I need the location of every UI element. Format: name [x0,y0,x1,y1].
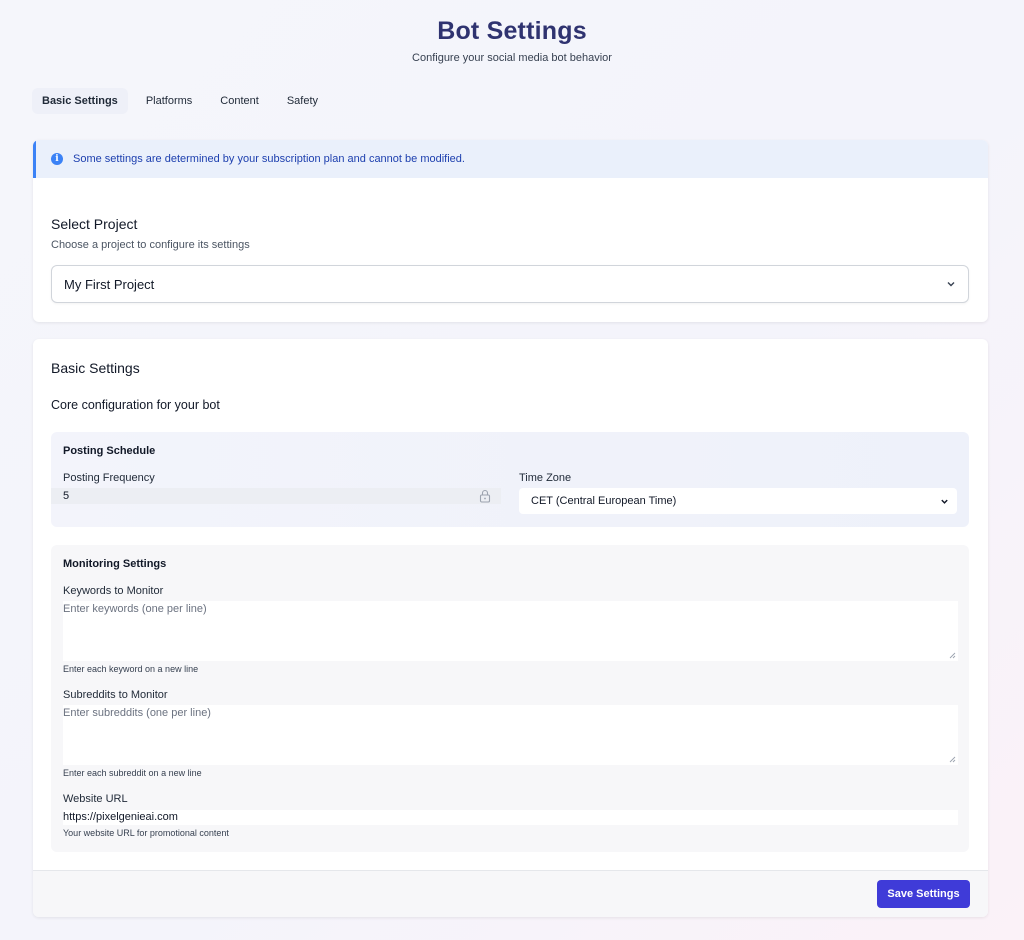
posting-frequency-input[interactable]: 5 [51,488,501,504]
website-url-input[interactable]: https://pixelgenieai.com [63,810,958,825]
tab-safety[interactable]: Safety [277,88,328,114]
save-settings-button[interactable]: Save Settings [877,880,970,908]
chevron-down-icon [941,499,948,504]
project-card: i Some settings are determined by your s… [33,140,988,322]
resize-handle-icon[interactable] [949,652,956,659]
tab-basic-settings[interactable]: Basic Settings [32,88,128,114]
time-zone-label: Time Zone [519,472,572,484]
resize-handle-icon[interactable] [949,756,956,763]
basic-settings-card: Basic Settings Core configuration for yo… [33,339,988,917]
info-icon: i [51,153,63,165]
subreddits-placeholder: Enter subreddits (one per line) [63,707,211,719]
website-url-hint: Your website URL for promotional content [63,828,229,838]
chevron-down-icon [947,282,955,287]
settings-footer: Save Settings [33,870,988,917]
subreddits-hint: Enter each subreddit on a new line [63,768,202,778]
posting-schedule-panel: Posting Schedule Posting Frequency 5 Tim… [51,432,969,527]
settings-tabs: Basic Settings Platforms Content Safety [32,88,328,114]
subscription-notice: i Some settings are determined by your s… [33,140,988,178]
keywords-label: Keywords to Monitor [63,585,164,597]
project-select-value: My First Project [64,276,155,292]
keywords-placeholder: Enter keywords (one per line) [63,603,207,615]
keywords-textarea[interactable]: Enter keywords (one per line) [63,601,958,661]
subreddits-label: Subreddits to Monitor [63,689,168,701]
keywords-hint: Enter each keyword on a new line [63,664,199,674]
tab-content[interactable]: Content [210,88,269,114]
posting-frequency-value: 5 [63,490,70,502]
page-title: Bot Settings [437,17,587,45]
basic-settings-description: Core configuration for your bot [51,398,220,412]
basic-settings-title: Basic Settings [51,360,140,376]
tab-platforms[interactable]: Platforms [136,88,202,114]
project-section-title: Select Project [51,216,138,232]
website-url-value: https://pixelgenieai.com [63,811,178,823]
website-url-label: Website URL [63,793,128,805]
posting-frequency-label: Posting Frequency [63,472,155,484]
monitoring-settings-title: Monitoring Settings [63,558,167,570]
time-zone-select[interactable]: CET (Central European Time) [519,488,957,514]
time-zone-value: CET (Central European Time) [531,495,677,507]
project-section-description: Choose a project to configure its settin… [51,239,250,251]
posting-schedule-title: Posting Schedule [63,445,156,457]
page-header: Bot Settings Configure your social media… [0,16,1024,64]
notice-text: Some settings are determined by your sub… [73,153,465,165]
subreddits-textarea[interactable]: Enter subreddits (one per line) [63,705,958,765]
lock-icon [479,489,491,503]
page-subtitle: Configure your social media bot behavior [412,52,612,64]
monitoring-settings-panel: Monitoring Settings Keywords to Monitor … [51,545,969,852]
project-select[interactable]: My First Project [51,265,969,303]
